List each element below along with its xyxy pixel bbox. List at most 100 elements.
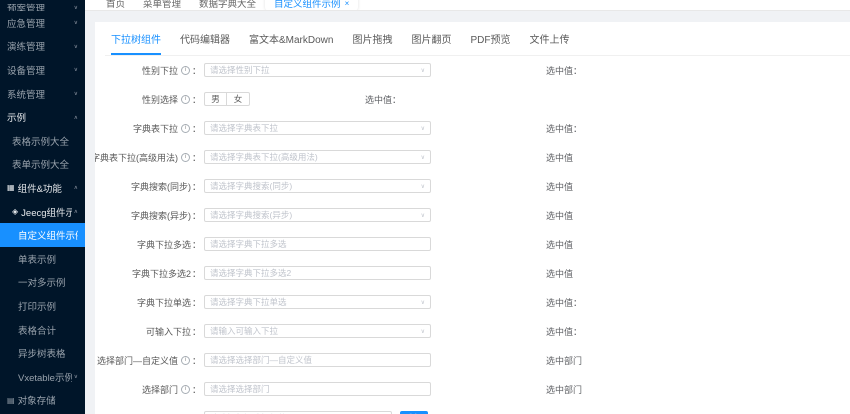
chevron-down-icon: ∨ xyxy=(73,374,78,380)
label-colon: ： xyxy=(191,268,201,279)
field-label: 字典搜索(异步)： xyxy=(105,209,201,222)
sidebar-item-8[interactable]: ▦ 组件&功能 ∧ xyxy=(0,176,85,200)
close-icon[interactable]: × xyxy=(345,0,350,8)
field-input[interactable]: 请选择选择部门—自定义值 xyxy=(204,353,431,367)
field-select[interactable]: 请选择字典表下拉 ∨ xyxy=(204,121,431,135)
info-icon[interactable]: i xyxy=(180,65,190,75)
sidebar-item-label: 表格合计 xyxy=(18,325,57,337)
sidebar-item-6[interactable]: 表格示例大全 xyxy=(0,129,85,153)
sidebar-item-9[interactable]: ◈Jeecg组件示例∧ xyxy=(0,200,85,224)
form-row: 字典搜索(同步)： 请选择字典搜索(同步) ∨ 选中值 xyxy=(105,179,850,193)
selected-value-label: 选中部门 xyxy=(546,384,583,395)
chevron-down-icon: ∨ xyxy=(73,20,78,26)
label-colon: ： xyxy=(191,123,201,134)
sidebar-item-0[interactable]: 预案管理 ∨ xyxy=(0,0,85,11)
form-row: 可输入下拉： 请输入可输入下拉 ∨ 选中值： xyxy=(105,324,850,338)
info-icon[interactable]: i xyxy=(180,384,190,394)
selected-value-label: 选中值： xyxy=(546,297,583,308)
radio-option[interactable]: 女 xyxy=(227,92,250,106)
tabbar-tab-label: 首页 xyxy=(106,0,126,10)
selected-value-label: 选中部门 xyxy=(546,355,583,366)
chevron-down-icon: ∨ xyxy=(73,44,78,50)
content-tab-0[interactable]: 下拉树组件 xyxy=(111,31,161,55)
field-select[interactable]: 请选择字典搜索(同步) ∨ xyxy=(204,179,431,193)
content-tab-1[interactable]: 代码编辑器 xyxy=(180,31,230,55)
content-tab-5[interactable]: PDF预览 xyxy=(470,31,510,55)
field-select[interactable]: 请选择字典表下拉(高级用法) ∨ xyxy=(204,150,431,164)
info-icon[interactable]: i xyxy=(180,94,190,104)
sidebar-item-4[interactable]: 系统管理 ∨ xyxy=(0,82,85,106)
sidebar-item-3[interactable]: 设备管理 ∨ xyxy=(0,58,85,82)
field-label-text: 选择部门—自定义值 xyxy=(96,355,178,366)
field-select[interactable]: 请输入可输入下拉 ∨ xyxy=(204,324,431,338)
sidebar-item-label: 对象存储 xyxy=(17,396,56,408)
field-label-text: 选择部门 xyxy=(141,384,178,395)
field-label: 选择部门—自定义值 i： xyxy=(97,354,201,367)
sidebar-item-label: 应急管理 xyxy=(7,18,46,30)
field-label-text: 字典下拉单选 xyxy=(136,297,191,308)
label-colon: ： xyxy=(191,239,201,250)
sidebar-item-label: 异步树表格 xyxy=(18,349,66,361)
sidebar-item-1[interactable]: 应急管理 ∨ xyxy=(0,11,85,35)
info-icon[interactable]: i xyxy=(180,123,190,133)
selected-value-label: 选中值 xyxy=(546,152,574,163)
sidebar-item-11[interactable]: 单表示例 xyxy=(0,247,85,271)
radio-option[interactable]: 男 xyxy=(204,92,227,106)
main-card: 下拉树组件 代码编辑器 富文本&MarkDown 图片拖拽 图片翻页 PDF预览 文件上传 … xyxy=(95,22,850,414)
field-label-text: 字典表下拉(高级用法) xyxy=(95,152,178,163)
sidebar-item-15[interactable]: 异步树表格 xyxy=(0,341,85,365)
field-input[interactable]: 请选择字典下拉多选2 xyxy=(204,266,431,280)
selected-value-label: 选中值： xyxy=(546,123,583,134)
selected-value-label: 选中值 xyxy=(546,181,574,192)
info-icon[interactable]: i xyxy=(180,355,190,365)
sidebar-item-10[interactable]: 自定义组件示例 xyxy=(0,223,85,247)
sidebar-item-14[interactable]: 表格合计 xyxy=(0,318,85,342)
sidebar-item-16[interactable]: Vxetable示例 ∨ xyxy=(0,365,85,389)
field-placeholder: 请选择字典搜索(异步) xyxy=(210,210,293,220)
field-label: 字典下拉多选： xyxy=(105,238,201,251)
sidebar-item-label: 表单示例大全 xyxy=(12,160,70,172)
content-tab-6[interactable]: 文件上传 xyxy=(529,31,569,55)
sidebar-item-13[interactable]: 打印示例 xyxy=(0,294,85,318)
info-icon[interactable]: i xyxy=(180,152,190,162)
field-label-text: 可输入下拉 xyxy=(145,326,191,337)
sidebar-item-17[interactable]: ▤ 对象存储 xyxy=(0,389,85,413)
label-colon: ： xyxy=(191,210,201,221)
label-colon: ： xyxy=(191,355,201,366)
tabbar-tab[interactable]: 自定义组件示例 × xyxy=(265,0,359,10)
field-select[interactable]: 请选择性别下拉 ∨ xyxy=(204,63,431,77)
sidebar-item-label: 表格示例大全 xyxy=(12,136,70,148)
sidebar-item-label: Vxetable示例 xyxy=(18,372,72,384)
chevron-down-icon: ∨ xyxy=(73,5,78,11)
field-select[interactable]: 请选择字典搜索(异步) ∨ xyxy=(204,208,431,222)
label-colon: ： xyxy=(191,384,201,395)
form-row: 字典下拉单选： 请选择字典下拉单选 ∨ 选中值： xyxy=(105,295,850,309)
field-select[interactable]: 请选择字典下拉单选 ∨ xyxy=(204,295,431,309)
selected-value-label: 选中值： xyxy=(546,326,583,337)
label-colon: ： xyxy=(191,94,201,105)
tabbar-tab[interactable]: 数据字典大全 xyxy=(190,0,265,10)
form-row: 选择部门 i： 请选择选择部门 选中部门 xyxy=(105,382,850,396)
field-label: 字典搜索(同步)： xyxy=(105,180,201,193)
content-tab-2[interactable]: 富文本&MarkDown xyxy=(249,31,333,55)
tabbar-tab[interactable]: 菜单管理 xyxy=(134,0,190,10)
content-tab-3[interactable]: 图片拖拽 xyxy=(352,31,392,55)
field-label-text: 性别选择 xyxy=(141,94,178,105)
field-placeholder: 请选择字典下拉多选2 xyxy=(210,268,292,278)
sidebar-item-12[interactable]: 一对多示例 xyxy=(0,271,85,295)
storage-icon: ▤ xyxy=(7,395,15,405)
field-label: 字典下拉多选2： xyxy=(105,267,201,280)
sidebar-item-label: 组件&功能 xyxy=(17,183,62,195)
sidebar-item-7[interactable]: 表单示例大全 xyxy=(0,153,85,177)
chevron-up-icon: ∧ xyxy=(73,185,78,192)
form-row: 字典表下拉 i： 请选择字典表下拉 ∨ 选中值： xyxy=(105,121,850,135)
tabbar-tab[interactable]: 首页 xyxy=(97,0,134,10)
label-colon: ： xyxy=(191,152,201,163)
content-tab-4[interactable]: 图片翻页 xyxy=(411,31,451,55)
field-input[interactable]: 请选择选择部门 xyxy=(204,382,431,396)
sidebar-item-2[interactable]: 演练管理 ∨ xyxy=(0,35,85,59)
label-colon: ： xyxy=(191,326,201,337)
sidebar-item-5[interactable]: 示例 ∧ xyxy=(0,105,85,129)
chevron-down-icon: ∨ xyxy=(73,91,78,97)
field-input[interactable]: 请选择字典下拉多选 xyxy=(204,237,431,251)
